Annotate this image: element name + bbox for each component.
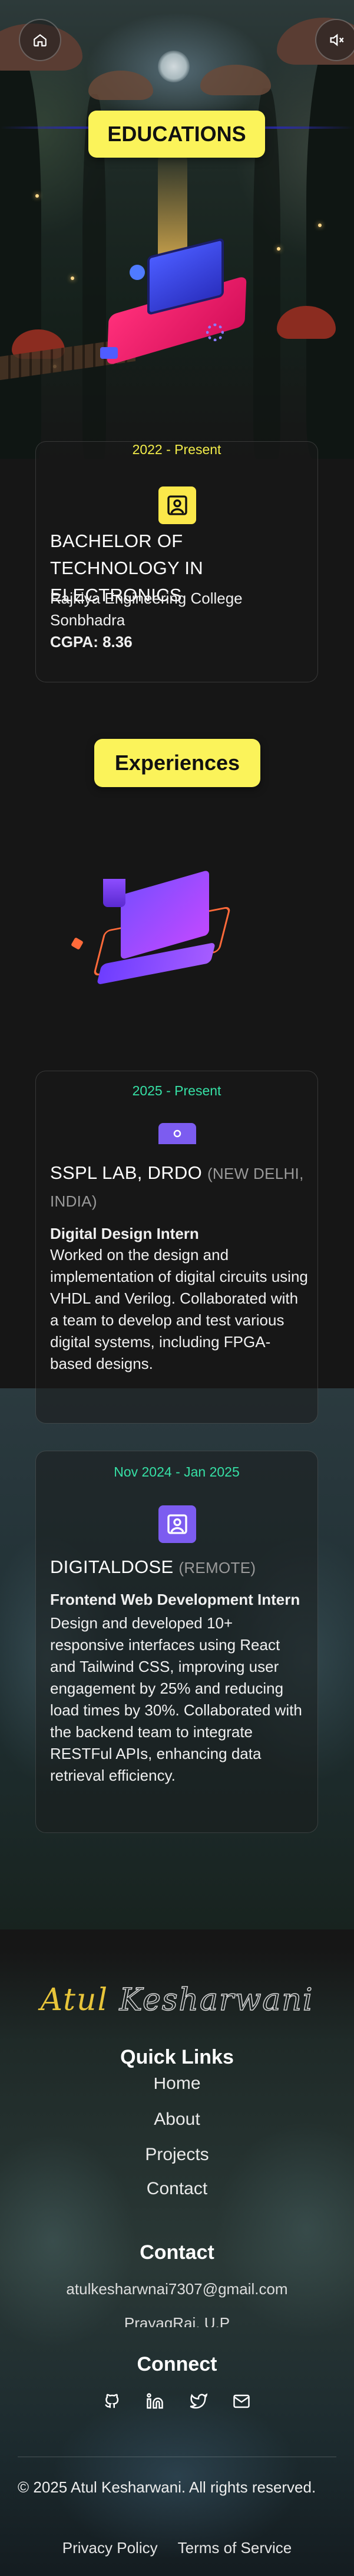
experience-date: 2025 - Present <box>132 1083 221 1098</box>
copyright: © 2025 Atul Kesharwani. All rights reser… <box>18 2478 316 2496</box>
mute-button[interactable] <box>315 19 354 61</box>
home-icon <box>34 34 47 46</box>
role-title: Frontend Web Development Intern <box>50 1591 300 1608</box>
experience-card: Nov 2024 - Jan 2025 DIGITALDOSE (REMOTE)… <box>35 1451 318 1833</box>
footer: Atul Kesharwani Quick Links Home About P… <box>0 1947 354 2576</box>
role-description: Design and developed 10+ responsive inte… <box>50 1614 302 1784</box>
contact-email[interactable]: atulkesharwnai7307@gmail.com <box>0 2280 354 2298</box>
education-illustration <box>88 229 265 382</box>
education-heading: EDUCATIONS <box>88 111 265 158</box>
connect-heading: Connect <box>137 2353 217 2375</box>
footer-link-projects[interactable]: Projects <box>0 2145 354 2165</box>
experience-heading: Experiences <box>94 739 260 787</box>
privacy-policy-link[interactable]: Privacy Policy <box>62 2539 158 2557</box>
mushroom <box>200 65 271 95</box>
moon <box>158 51 190 82</box>
terms-of-service-link[interactable]: Terms of Service <box>178 2539 292 2557</box>
quick-links-heading: Quick Links <box>120 2046 234 2068</box>
tree <box>0 53 41 459</box>
user-badge-icon <box>158 486 196 524</box>
floating-icon <box>130 265 145 280</box>
company-line: DIGITALDOSE (REMOTE) <box>50 1554 309 1581</box>
role-description: Worked on the design and implementation … <box>50 1246 308 1372</box>
contact-heading: Contact <box>140 2241 214 2264</box>
tree <box>306 35 354 459</box>
contact-address: PrayagRaj, U.P <box>124 2314 230 2327</box>
company-name: DIGITALDOSE <box>50 1557 174 1577</box>
firefly <box>35 194 39 198</box>
twitter-icon[interactable] <box>187 2390 210 2413</box>
education-date: 2022 - Present <box>132 442 221 457</box>
footer-link-home[interactable]: Home <box>0 2078 354 2093</box>
user-badge-icon <box>158 1505 196 1543</box>
signature-last: Kesharwani <box>119 1982 314 2018</box>
mail-icon[interactable] <box>230 2390 253 2413</box>
firefly <box>71 276 74 280</box>
experience-date: Nov 2024 - Jan 2025 <box>114 1464 240 1479</box>
speaker-mute-icon <box>330 34 344 46</box>
cgpa: CGPA: 8.36 <box>50 633 133 651</box>
legal-links: Privacy Policy Terms of Service <box>0 2539 354 2557</box>
linkedin-icon[interactable] <box>143 2390 167 2413</box>
experience-illustration <box>68 869 233 988</box>
signature-logo: Atul Kesharwani <box>0 1982 354 2018</box>
company-name: SSPL LAB, DRDO <box>50 1162 203 1183</box>
role-title: Digital Design Intern <box>50 1225 199 1242</box>
social-links <box>100 2390 253 2413</box>
experience-card: 2025 - Present SSPL LAB, DRDO (NEW DELHI… <box>35 1071 318 1424</box>
github-icon[interactable] <box>100 2390 124 2413</box>
company-location: (REMOTE) <box>178 1559 256 1577</box>
gear-icon <box>206 324 224 341</box>
mushroom <box>88 71 153 100</box>
box-icon <box>100 347 118 359</box>
signature-first: Atul <box>40 1982 120 2018</box>
user-badge-icon <box>158 1123 196 1144</box>
coffee-cup-icon <box>103 879 125 907</box>
education-card: 2022 - Present BACHELOR OF TECHNOLOGY IN… <box>35 441 318 682</box>
firefly <box>277 247 280 251</box>
footer-link-about[interactable]: About <box>0 2110 354 2130</box>
institution-name: Rajkiya Engineering College Sonbhadra <box>50 589 243 629</box>
footer-link-contact[interactable]: Contact <box>0 2179 354 2199</box>
firefly <box>318 224 322 227</box>
cube-icon <box>71 937 84 950</box>
home-button[interactable] <box>19 19 61 61</box>
company-line: SSPL LAB, DRDO (NEW DELHI, INDIA) <box>50 1159 309 1215</box>
